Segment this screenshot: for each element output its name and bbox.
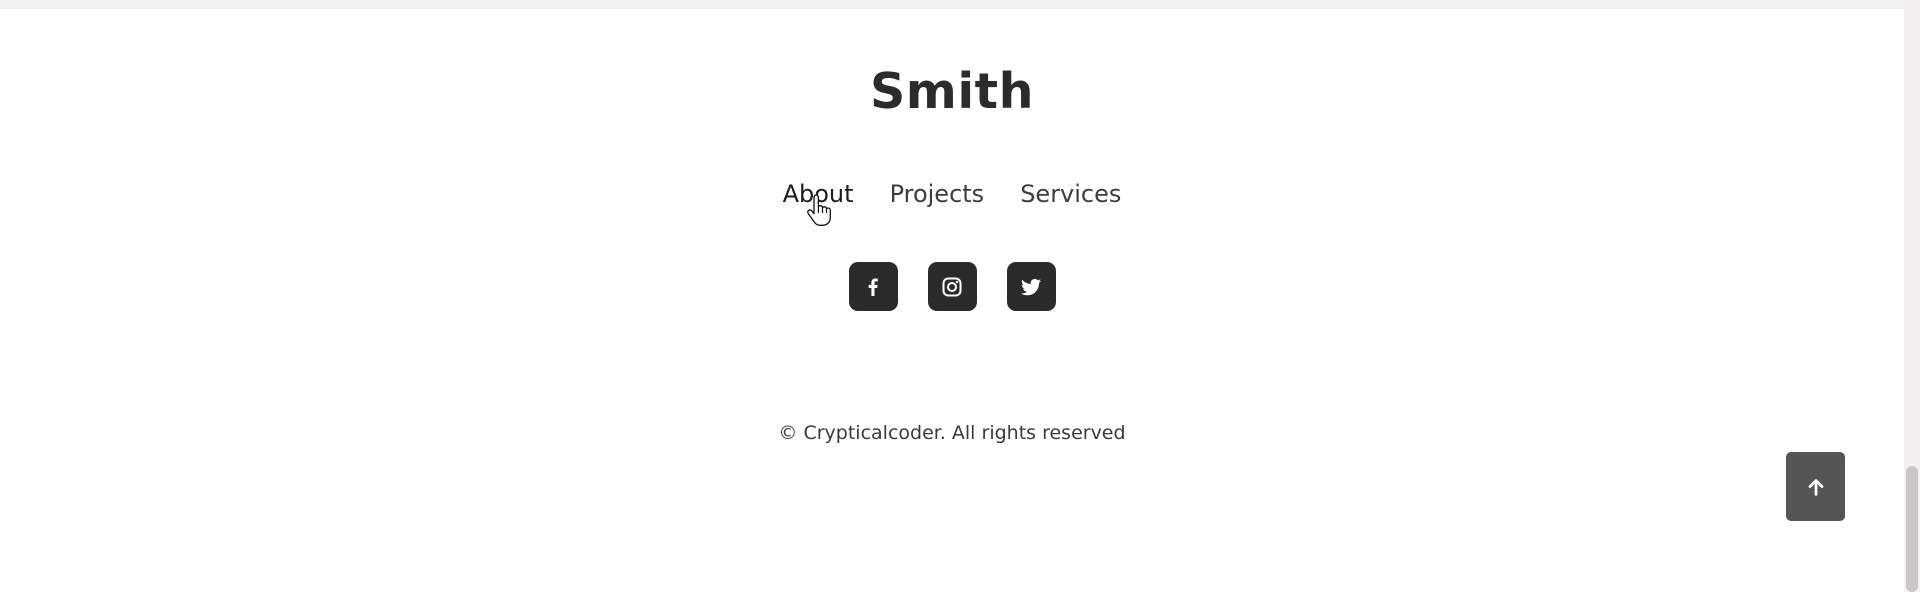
footer-brand-title: Smith xyxy=(870,63,1034,120)
footer-nav-services[interactable]: Services xyxy=(1020,180,1121,208)
footer-nav-projects[interactable]: Projects xyxy=(890,180,985,208)
twitter-icon xyxy=(1019,275,1043,299)
back-to-top-button[interactable] xyxy=(1786,452,1845,521)
facebook-button[interactable] xyxy=(848,262,898,311)
facebook-icon xyxy=(861,275,885,299)
scrollbar-thumb[interactable] xyxy=(1906,466,1918,592)
instagram-button[interactable] xyxy=(927,262,977,311)
social-links xyxy=(0,262,1904,311)
page: Smith About Projects Services © Cryptica… xyxy=(0,0,1920,592)
copyright-text: © Crypticalcoder. All rights reserved xyxy=(778,422,1126,444)
arrow-up-icon xyxy=(1805,476,1827,498)
twitter-button[interactable] xyxy=(1006,262,1056,311)
footer: Smith About Projects Services © Cryptica… xyxy=(0,8,1904,592)
footer-nav-about[interactable]: About xyxy=(783,180,854,208)
instagram-icon xyxy=(940,275,964,299)
footer-nav: About Projects Services xyxy=(0,180,1904,208)
